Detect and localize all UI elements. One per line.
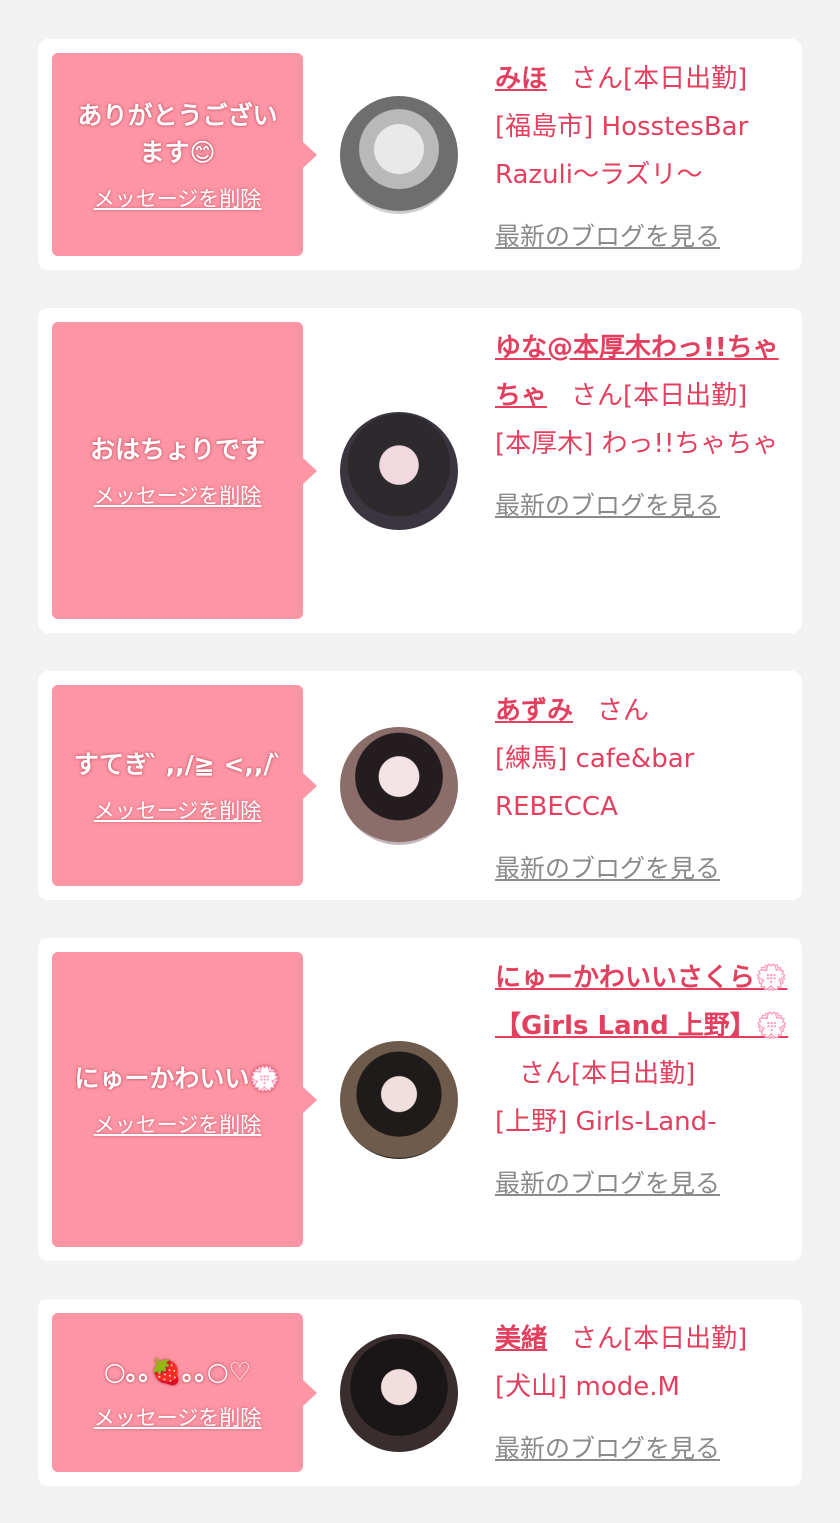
message-text: おはちょりです (89, 435, 265, 464)
cast-name-link[interactable]: あずみ (495, 696, 573, 726)
blog-link[interactable]: 最新のブログを見る (495, 845, 795, 893)
cast-info: にゅーかわいいさくら💮【Girls Land 上野】💮 さん[本日出勤] [上野]… (495, 954, 795, 1208)
delete-message-link[interactable]: メッセージを削除 (94, 795, 262, 825)
message-bubble: すてき ̏ ,,/≧ <,,/ ̏ メッセージを削除 (52, 685, 317, 886)
avatar[interactable] (340, 96, 458, 214)
cast-info: ゆな@本厚木わっ!!ちゃちゃ さん[本日出勤] [本厚木] わっ!!ちゃちゃ 最新… (495, 324, 795, 530)
message-text: すてき ̏ ,,/≧ <,,/ ̏ (73, 750, 282, 779)
cast-location: [練馬] cafe&bar REBECCA (495, 744, 695, 822)
cast-location: [上野] Girls-Land- (495, 1107, 717, 1137)
blog-link[interactable]: 最新のブログを見る (495, 1160, 795, 1208)
avatar[interactable] (340, 1334, 458, 1452)
message-card: にゅーかわいい💮 メッセージを削除 にゅーかわいいさくら💮【Girls Land… (38, 938, 802, 1261)
cast-location: [犬山] mode.M (495, 1372, 680, 1402)
message-bubble: ありがとうございます😊 メッセージを削除 (52, 53, 317, 256)
message-bubble: にゅーかわいい💮 メッセージを削除 (52, 952, 317, 1247)
message-card: すてき ̏ ,,/≧ <,,/ ̏ メッセージを削除 あずみ さん [練馬] ca… (38, 671, 802, 900)
cast-name-link[interactable]: 美緒 (495, 1324, 547, 1354)
delete-message-link[interactable]: メッセージを削除 (94, 1402, 262, 1432)
cast-name-link[interactable]: にゅーかわいいさくら💮【Girls Land 上野】💮 (495, 963, 788, 1041)
avatar[interactable] (340, 727, 458, 845)
cast-honorific: さん[本日出勤] (571, 64, 748, 94)
message-card: ありがとうございます😊 メッセージを削除 みほ さん[本日出勤] [福島市] Ho… (38, 39, 802, 270)
blog-link[interactable]: 最新のブログを見る (495, 482, 795, 530)
delete-message-link[interactable]: メッセージを削除 (94, 480, 262, 510)
delete-message-link[interactable]: メッセージを削除 (94, 1109, 262, 1139)
message-card: ○｡｡🍓｡｡○♡ メッセージを削除 美緒 さん[本日出勤] [犬山] mode.M… (38, 1299, 802, 1486)
cast-honorific: さん[本日出勤] (571, 1324, 748, 1354)
delete-message-link[interactable]: メッセージを削除 (94, 183, 262, 213)
cast-info: 美緒 さん[本日出勤] [犬山] mode.M 最新のブログを見る (495, 1315, 795, 1473)
cast-location: [本厚木] わっ!!ちゃちゃ (495, 429, 779, 459)
blog-link[interactable]: 最新のブログを見る (495, 213, 795, 261)
message-text: ありがとうございます😊 (77, 100, 278, 167)
cast-honorific: さん[本日出勤] (519, 1059, 696, 1089)
message-bubble: ○｡｡🍓｡｡○♡ メッセージを削除 (52, 1313, 317, 1472)
cast-honorific: さん (597, 696, 650, 726)
cast-info: あずみ さん [練馬] cafe&bar REBECCA 最新のブログを見る (495, 687, 795, 893)
message-text: ○｡｡🍓｡｡○♡ (103, 1357, 252, 1386)
cast-name-link[interactable]: みほ (495, 64, 547, 94)
avatar[interactable] (340, 412, 458, 530)
cast-location: [福島市] HosstesBar Razuli〜ラズリ〜 (495, 112, 749, 190)
message-bubble: おはちょりです メッセージを削除 (52, 322, 317, 619)
avatar[interactable] (340, 1041, 458, 1159)
cast-honorific: さん[本日出勤] (571, 381, 748, 411)
message-card: おはちょりです メッセージを削除 ゆな@本厚木わっ!!ちゃちゃ さん[本日出勤] … (38, 308, 802, 633)
blog-link[interactable]: 最新のブログを見る (495, 1425, 795, 1473)
cast-info: みほ さん[本日出勤] [福島市] HosstesBar Razuli〜ラズリ〜 … (495, 55, 795, 261)
message-text: にゅーかわいい💮 (74, 1064, 281, 1093)
